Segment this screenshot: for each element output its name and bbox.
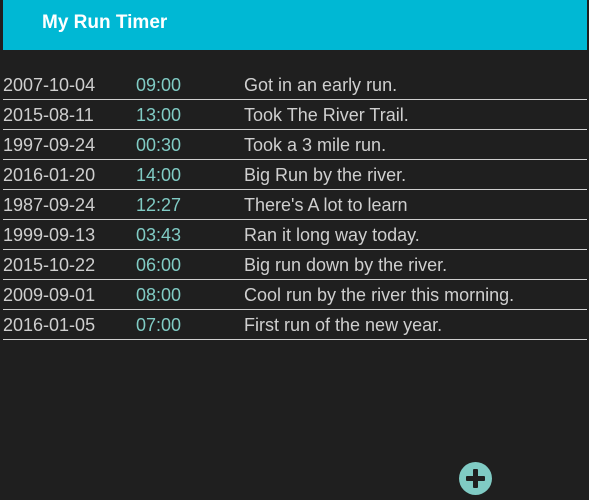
run-note: Big Run by the river.	[244, 165, 407, 185]
list-item[interactable]: 2015-10-22 06:00 Big run down by the riv…	[3, 250, 587, 280]
plus-icon	[466, 469, 485, 488]
run-note: Ran it long way today.	[244, 225, 420, 245]
run-time: 00:30	[136, 135, 182, 155]
run-note: There's A lot to learn	[244, 195, 408, 215]
run-time: 07:00	[136, 315, 182, 335]
list-item[interactable]: 1987-09-24 12:27 There's A lot to learn	[3, 190, 587, 220]
run-date: 1999-09-13	[3, 225, 96, 245]
run-note: Got in an early run.	[244, 75, 398, 95]
run-date: 2015-08-11	[3, 105, 94, 125]
run-note: Took The River Trail.	[244, 105, 409, 125]
run-note: Big run down by the river.	[244, 255, 448, 275]
run-date: 2016-01-05	[3, 315, 96, 335]
run-time: 13:00	[136, 105, 182, 125]
run-time: 14:00	[136, 165, 182, 185]
list-item[interactable]: 2007-10-04 09:00 Got in an early run.	[3, 70, 587, 100]
run-date: 2009-09-01	[3, 285, 96, 305]
list-item[interactable]: 1997-09-24 00:30 Took a 3 mile run.	[3, 130, 587, 160]
run-time: 09:00	[136, 75, 182, 95]
run-date: 2016-01-20	[3, 165, 96, 185]
run-note: Cool run by the river this morning.	[244, 285, 515, 305]
run-note: First run of the new year.	[244, 315, 443, 335]
app-title: My Run Timer	[42, 12, 168, 33]
run-date: 1987-09-24	[3, 195, 96, 215]
list-item[interactable]: 2016-01-20 14:00 Big Run by the river.	[3, 160, 587, 190]
list-item[interactable]: 2015-08-11 13:00 Took The River Trail.	[3, 100, 587, 130]
list-item[interactable]: 2009-09-01 08:00 Cool run by the river t…	[3, 280, 587, 310]
run-date: 2007-10-04	[3, 75, 96, 95]
run-time: 06:00	[136, 255, 182, 275]
run-date: 2015-10-22	[3, 255, 96, 275]
run-time: 08:00	[136, 285, 182, 305]
run-note: Took a 3 mile run.	[244, 135, 387, 155]
add-run-button[interactable]	[459, 462, 492, 495]
list-item[interactable]: 2016-01-05 07:00 First run of the new ye…	[3, 310, 587, 340]
run-list: 2007-10-04 09:00 Got in an early run. 20…	[3, 70, 587, 340]
run-time: 03:43	[136, 225, 182, 245]
app-toolbar: My Run Timer	[3, 0, 587, 50]
list-item[interactable]: 1999-09-13 03:43 Ran it long way today.	[3, 220, 587, 250]
run-date: 1997-09-24	[3, 135, 96, 155]
run-time: 12:27	[136, 195, 182, 215]
